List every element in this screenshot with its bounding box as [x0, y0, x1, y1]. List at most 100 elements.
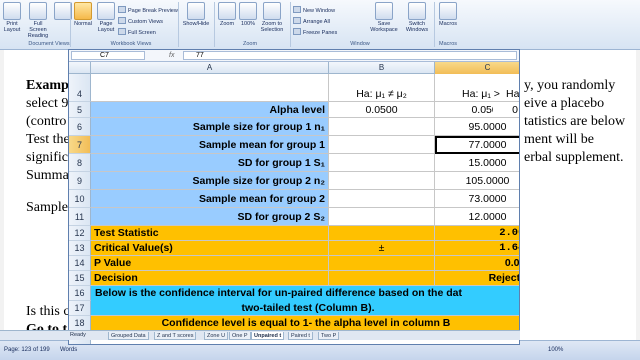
- cell-a8[interactable]: SD for group 1 S₁: [91, 154, 329, 172]
- sheet-tab-active[interactable]: Unpaired t: [251, 332, 285, 340]
- page-layout-button[interactable]: Page Layout: [96, 2, 116, 33]
- cell-b11[interactable]: [329, 208, 435, 226]
- new-window-button[interactable]: New Window: [293, 6, 335, 14]
- cell-a4[interactable]: [91, 74, 329, 102]
- cell-a7[interactable]: Sample mean for group 1: [91, 136, 329, 154]
- cell-c9[interactable]: 105.0000: [435, 172, 519, 190]
- zoom-level[interactable]: 100%: [548, 347, 563, 353]
- freeze-panes-button[interactable]: Freeze Panes: [293, 28, 337, 36]
- cell-c8[interactable]: 15.0000: [435, 154, 519, 172]
- print-layout-button[interactable]: Print Layout: [3, 2, 21, 33]
- cell-a12[interactable]: Test Statistic: [91, 226, 329, 241]
- row-header[interactable]: 9: [69, 172, 91, 190]
- formula-input[interactable]: 77: [183, 51, 517, 60]
- sheet-tab[interactable]: Grouped Data: [108, 332, 149, 340]
- cell-b12[interactable]: [329, 226, 435, 241]
- cell-b10[interactable]: [329, 190, 435, 208]
- sheet-tab[interactable]: Paired t: [288, 332, 313, 340]
- cell-b4[interactable]: Ha: μ₁ ≠ μ₂: [329, 74, 435, 102]
- row-header[interactable]: 7: [69, 136, 91, 154]
- switch-windows-button[interactable]: Switch Windows: [403, 2, 431, 33]
- column-header-c[interactable]: C: [435, 62, 519, 74]
- cell-c12[interactable]: 2.0684: [435, 226, 519, 241]
- row-header[interactable]: 6: [69, 118, 91, 136]
- save-workspace-button[interactable]: Save Workspace: [368, 2, 400, 33]
- cell-b15[interactable]: [329, 271, 435, 286]
- select-all-corner[interactable]: [69, 62, 91, 74]
- row-header[interactable]: 18: [69, 316, 91, 331]
- ci-banner[interactable]: Below is the confidence interval for un-…: [91, 286, 519, 316]
- normal-view-button[interactable]: Normal: [73, 2, 93, 27]
- show-hide-button[interactable]: Show/Hide: [181, 2, 211, 27]
- macros-group-label: Macros: [438, 41, 458, 47]
- fx-icon[interactable]: fx: [169, 51, 174, 60]
- doc-text-line: select 9: [26, 96, 69, 111]
- divider: [290, 2, 291, 47]
- row-header[interactable]: 8: [69, 154, 91, 172]
- divider: [214, 2, 215, 47]
- cell-c6[interactable]: 95.0000: [435, 118, 519, 136]
- cell-d4[interactable]: Ha:: [503, 74, 519, 102]
- sheet-tab[interactable]: One P: [229, 332, 251, 340]
- cell-a15[interactable]: Decision: [91, 271, 329, 286]
- row-header[interactable]: 17: [69, 301, 91, 316]
- row-header[interactable]: 15: [69, 271, 91, 286]
- cell-b7[interactable]: [329, 136, 435, 154]
- sheet-tab[interactable]: Zone U: [204, 332, 229, 340]
- show-hide-icon: [187, 2, 205, 20]
- cell-b6[interactable]: [329, 118, 435, 136]
- window-group-label: Window: [350, 41, 370, 47]
- cell-a11[interactable]: SD for group 2 S₂: [91, 208, 329, 226]
- word-count[interactable]: Words: [60, 347, 77, 353]
- cell-a5[interactable]: Alpha level: [91, 102, 329, 118]
- cell-c15[interactable]: Reject Ho: [435, 271, 519, 286]
- row-header[interactable]: 14: [69, 256, 91, 271]
- full-screen-reading-button[interactable]: Full Screen Reading: [25, 2, 51, 39]
- active-cell-c7[interactable]: 77.0000: [435, 136, 519, 154]
- cell-a13[interactable]: Critical Value(s): [91, 241, 329, 256]
- row-header[interactable]: 5: [69, 102, 91, 118]
- sheet-tab[interactable]: Z and T scores: [154, 332, 197, 340]
- macro-icon: [439, 2, 457, 20]
- row-header[interactable]: 11: [69, 208, 91, 226]
- name-box[interactable]: C7: [71, 51, 145, 60]
- cell-b14[interactable]: [329, 256, 435, 271]
- cell-b5[interactable]: 0.0500: [329, 102, 435, 118]
- cell-c10[interactable]: 73.0000: [435, 190, 519, 208]
- cell-c11[interactable]: 12.0000: [435, 208, 519, 226]
- doc-text-line: y, you randomly: [524, 78, 616, 93]
- zoom-button[interactable]: Zoom: [218, 2, 236, 27]
- row-header[interactable]: 13: [69, 241, 91, 256]
- column-header-a[interactable]: A: [91, 62, 329, 74]
- doc-text-line: eive a placebo: [524, 96, 605, 111]
- excel-embedded-window[interactable]: C7 fx 77 A B C 4 Ha: μ₁ ≠ μ₂ Ha: μ₁ > μ₂…: [68, 49, 520, 345]
- cell-a9[interactable]: Sample size for group 2 n₂: [91, 172, 329, 190]
- cell-a14[interactable]: P Value: [91, 256, 329, 271]
- cell-d5[interactable]: 0: [493, 102, 519, 118]
- column-header-b[interactable]: B: [329, 62, 435, 74]
- cell-a10[interactable]: Sample mean for group 2: [91, 190, 329, 208]
- full-screen-button[interactable]: Full Screen: [118, 28, 156, 36]
- arrange-all-button[interactable]: Arrange All: [293, 17, 330, 25]
- row-header[interactable]: 12: [69, 226, 91, 241]
- zoom-group-label: Zoom: [242, 41, 258, 47]
- cell-c13[interactable]: 1.6449: [435, 241, 519, 256]
- save-workspace-icon: [375, 2, 393, 20]
- cell-c14[interactable]: 0.0207: [435, 256, 519, 271]
- cell-b8[interactable]: [329, 154, 435, 172]
- row-header[interactable]: 16: [69, 286, 91, 301]
- custom-views-button[interactable]: Custom Views: [118, 17, 163, 25]
- cell-b9[interactable]: [329, 172, 435, 190]
- zoom-to-selection-button[interactable]: Zoom to Selection: [259, 2, 285, 33]
- cell-a6[interactable]: Sample size for group 1 n₁: [91, 118, 329, 136]
- zoom-100-button[interactable]: 100%: [239, 2, 257, 27]
- sheet-tab[interactable]: Two P: [318, 332, 340, 340]
- macros-button[interactable]: Macros: [437, 2, 459, 27]
- row-header[interactable]: 4: [69, 74, 91, 102]
- doc-text-line: tatistics are below: [524, 114, 626, 129]
- row-header[interactable]: 10: [69, 190, 91, 208]
- cell-b13[interactable]: ±: [329, 241, 435, 256]
- confidence-level-note[interactable]: Confidence level is equal to 1- the alph…: [91, 316, 519, 331]
- page-break-preview-button[interactable]: Page Break Preview: [118, 6, 178, 14]
- web-layout-button[interactable]: [54, 2, 72, 21]
